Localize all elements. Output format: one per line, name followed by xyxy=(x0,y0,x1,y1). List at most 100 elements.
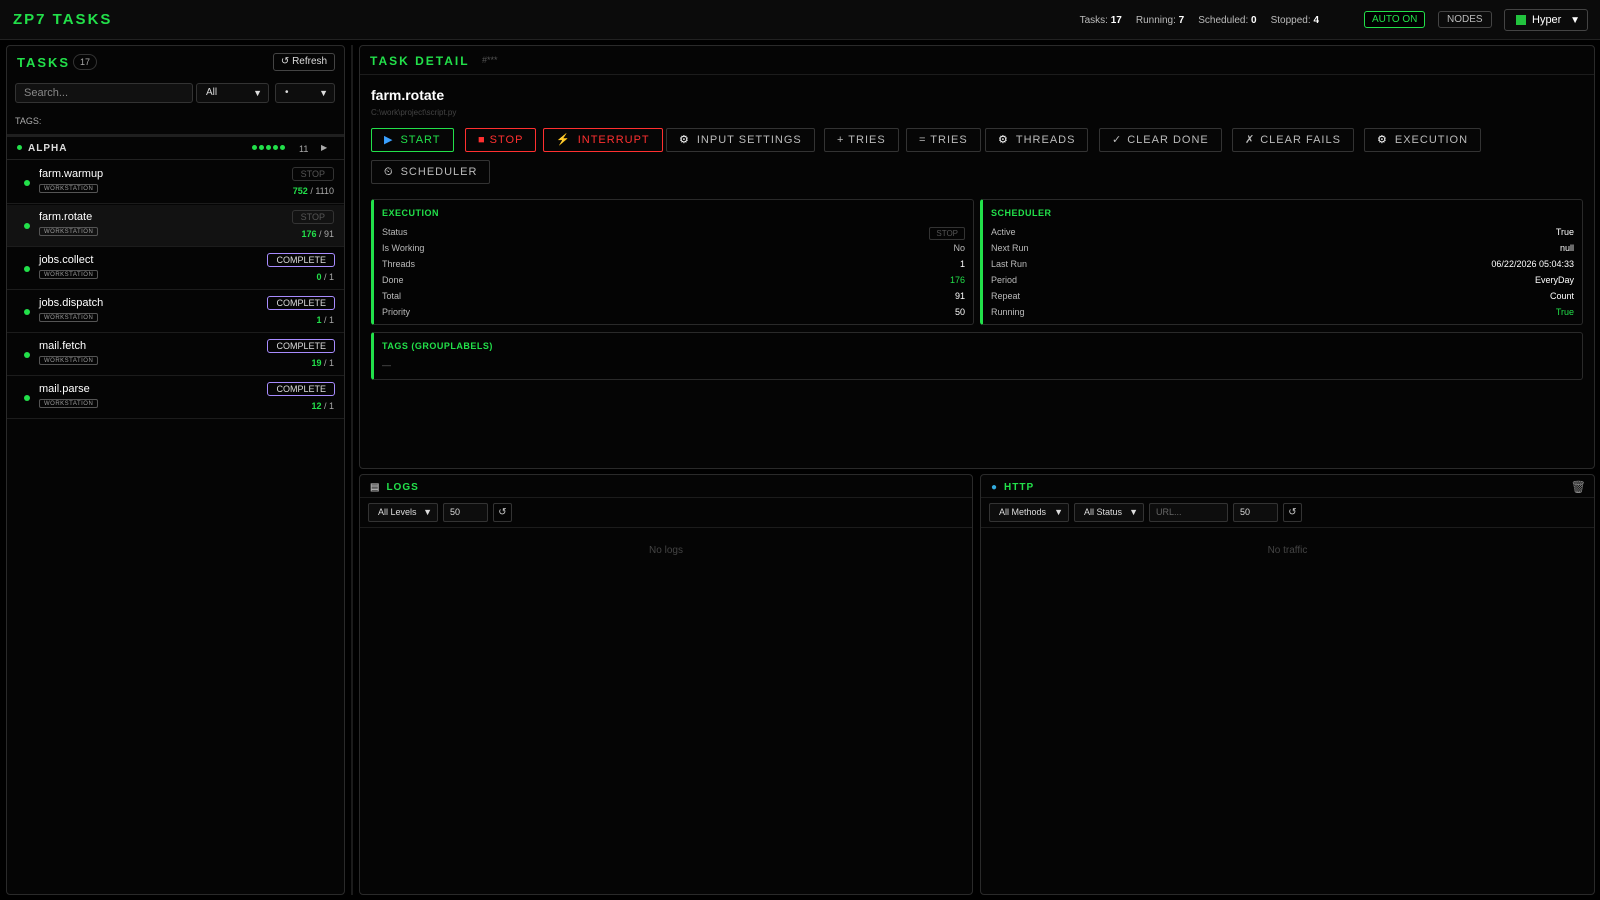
url-filter-input[interactable]: URL... xyxy=(1149,503,1228,522)
nodes-button[interactable]: NODES xyxy=(1438,11,1492,28)
scheduler-button[interactable]: ⏲ SCHEDULER xyxy=(371,160,491,184)
execution-panel: EXECUTION Status STOP Is Working No Thread… xyxy=(371,199,974,325)
task-row[interactable]: mail.parse WORKSTATION COMPLETE 12 / 1 xyxy=(7,377,344,419)
task-tag: WORKSTATION xyxy=(39,313,99,322)
set-tries-button[interactable]: = TRIES xyxy=(906,128,981,152)
threads-button[interactable]: ⚙ THREADS xyxy=(985,128,1089,152)
detail-hash: #*** xyxy=(482,55,498,65)
task-detail-panel: TASK DETAIL #*** farm.rotate C:\work\pro… xyxy=(359,45,1595,469)
filter-select[interactable]: All ▼ xyxy=(196,83,269,103)
status-badge: STOP xyxy=(929,227,965,240)
interrupt-button[interactable]: ⚡ INTERRUPT xyxy=(543,128,663,152)
logs-header: ▤ LOGS xyxy=(370,482,419,493)
task-tag: WORKSTATION xyxy=(39,270,99,279)
execution-row-status: Status STOP xyxy=(382,227,965,241)
task-status-dot xyxy=(24,223,30,229)
chevron-down-icon: ▼ xyxy=(1129,507,1138,517)
plus-tries-button[interactable]: + TRIES xyxy=(824,128,899,152)
group-count: 11 xyxy=(299,144,309,154)
stop-button[interactable]: ■ STOP xyxy=(465,128,537,152)
http-method-select[interactable]: All Methods ▼ xyxy=(989,503,1069,522)
pane-splitter[interactable] xyxy=(351,45,353,895)
task-name: jobs.collect xyxy=(39,254,94,266)
clear-done-button[interactable]: ✓ CLEAR DONE xyxy=(1099,128,1222,152)
task-tag: WORKSTATION xyxy=(39,184,99,193)
task-name: jobs.dispatch xyxy=(39,297,104,309)
tags-panel: TAGS (GROUPLABELS) — xyxy=(371,332,1583,380)
task-row[interactable]: jobs.dispatch WORKSTATION COMPLETE 1 / 1 xyxy=(7,291,344,333)
log-level-value: All Levels xyxy=(378,507,417,517)
stat-scheduled: Scheduled: 0 xyxy=(1198,15,1257,26)
task-status-dot xyxy=(24,180,30,186)
chevron-down-icon: ▼ xyxy=(319,88,328,98)
profile-label: Hyper xyxy=(1532,14,1562,26)
running-dot xyxy=(266,145,271,150)
profile-status-icon xyxy=(1516,15,1526,25)
execution-button[interactable]: ⚙ EXECUTION xyxy=(1364,128,1482,152)
trash-icon[interactable]: 🗑 xyxy=(1571,480,1586,494)
task-row[interactable]: mail.fetch WORKSTATION COMPLETE 19 / 1 xyxy=(7,334,344,376)
detail-title: TASK DETAIL xyxy=(370,54,470,68)
input-settings-label: INPUT SETTINGS xyxy=(696,134,802,146)
profile-select[interactable]: Hyper ▼ xyxy=(1504,9,1588,31)
task-row[interactable]: farm.warmup WORKSTATION STOP 752 / 1110 xyxy=(7,162,344,204)
interrupt-label: INTERRUPT xyxy=(577,134,650,146)
logs-refresh-button[interactable]: ↺ xyxy=(493,503,512,522)
http-limit-input[interactable]: 50 xyxy=(1233,503,1278,522)
log-limit-input[interactable]: 50 xyxy=(443,503,488,522)
log-level-select[interactable]: All Levels ▼ xyxy=(368,503,438,522)
running-dot xyxy=(280,145,285,150)
task-status-badge: COMPLETE xyxy=(267,296,335,310)
status-filter-value: • xyxy=(285,87,289,98)
search-input[interactable] xyxy=(15,83,193,103)
logs-panel: ▤ LOGS All Levels ▼ 50 ↺ No logs xyxy=(359,474,973,895)
task-row[interactable]: jobs.collect WORKSTATION COMPLETE 0 / 1 xyxy=(7,248,344,290)
group-header-alpha[interactable]: ALPHA 11 ▶ xyxy=(7,134,344,160)
task-progress: 0 / 1 xyxy=(316,272,334,282)
gear-icon: ⚙ xyxy=(679,134,690,146)
running-dot xyxy=(273,145,278,150)
chevron-down-icon: ▼ xyxy=(1570,14,1580,26)
auto-toggle-button[interactable]: AUTO ON xyxy=(1364,11,1426,28)
globe-icon: ● xyxy=(991,482,999,493)
task-status-dot xyxy=(24,395,30,401)
http-title: HTTP xyxy=(1004,482,1035,493)
chevron-down-icon: ▼ xyxy=(253,88,262,98)
sidebar-title: TASKS xyxy=(17,55,71,70)
scheduler-row-period: Period EveryDay xyxy=(991,275,1574,285)
threads-label: THREADS xyxy=(1015,134,1076,146)
logs-empty-message: No logs xyxy=(649,545,683,556)
clear-fails-button[interactable]: ✗ CLEAR FAILS xyxy=(1232,128,1354,152)
group-running-dots xyxy=(252,145,285,150)
scheduler-row-running: Running True xyxy=(991,307,1574,317)
http-empty-message: No traffic xyxy=(1267,545,1308,556)
filter-select-value: All xyxy=(206,87,218,98)
start-label: START xyxy=(400,134,441,146)
divider xyxy=(981,527,1594,528)
scheduler-label: SCHEDULER xyxy=(400,166,478,178)
task-count-badge: 17 xyxy=(73,54,97,70)
play-icon[interactable]: ▶ xyxy=(321,143,327,152)
divider xyxy=(360,74,1594,75)
task-status-dot xyxy=(24,309,30,315)
task-progress: 176 / 91 xyxy=(301,229,334,239)
task-row-selected[interactable]: farm.rotate WORKSTATION STOP 176 / 91 xyxy=(7,205,344,247)
divider xyxy=(981,497,1594,498)
task-status-dot xyxy=(24,266,30,272)
divider xyxy=(360,527,972,528)
http-status-select[interactable]: All Status ▼ xyxy=(1074,503,1144,522)
scheduler-title: SCHEDULER xyxy=(991,208,1052,218)
scheduler-row-repeat: Repeat Count xyxy=(991,291,1574,301)
stop-label: STOP xyxy=(489,134,524,146)
status-filter-select[interactable]: • ▼ xyxy=(275,83,335,103)
input-settings-button[interactable]: ⚙ INPUT SETTINGS xyxy=(666,128,815,152)
gear-icon: ⚙ xyxy=(1377,134,1388,146)
http-refresh-button[interactable]: ↺ xyxy=(1283,503,1302,522)
cross-icon: ✗ xyxy=(1245,134,1256,146)
task-name: farm.rotate xyxy=(39,211,93,223)
task-progress: 1 / 1 xyxy=(316,315,334,325)
start-button[interactable]: ▶ START xyxy=(371,128,454,152)
top-bar: ZP7 TASKS Tasks: 17 Running: 7 Scheduled… xyxy=(0,0,1600,40)
refresh-button[interactable]: ↺ Refresh xyxy=(273,53,335,71)
script-path: C:\work\project\script.py xyxy=(371,108,457,117)
